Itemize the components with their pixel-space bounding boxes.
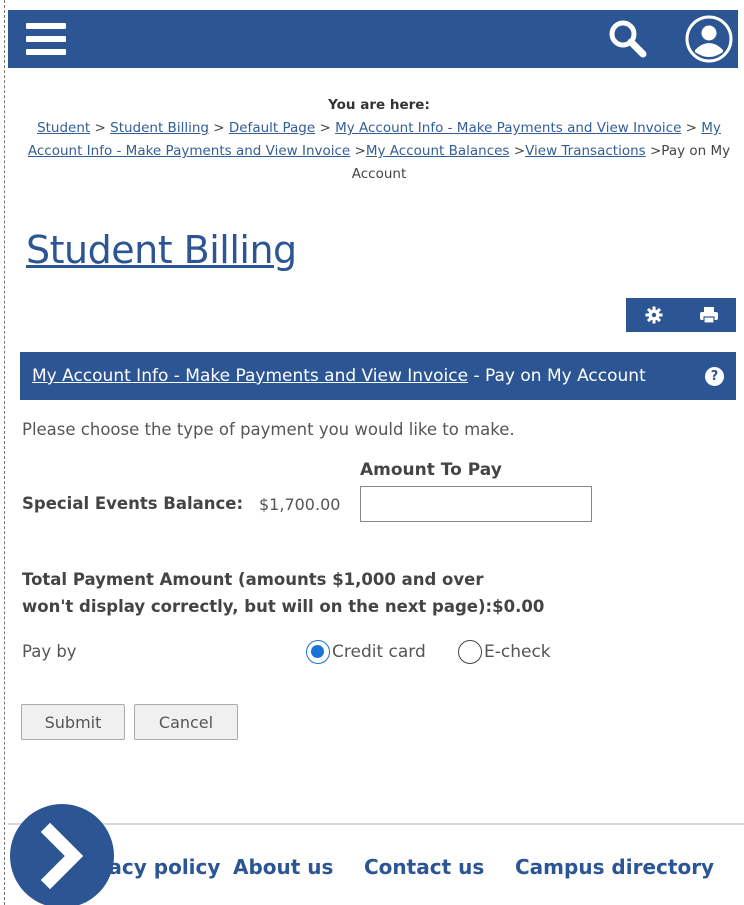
pay-by-label: Pay by: [22, 642, 77, 661]
breadcrumb-label: You are here:: [328, 97, 430, 113]
breadcrumb-link-default-page[interactable]: Default Page: [229, 120, 315, 136]
credit-card-radio[interactable]: [306, 640, 330, 664]
cancel-button[interactable]: Cancel: [134, 704, 238, 740]
section-link-account-info[interactable]: My Account Info - Make Payments and View…: [32, 366, 468, 386]
search-icon[interactable]: [606, 18, 650, 60]
breadcrumb-separator: >: [685, 120, 697, 136]
breadcrumb-link-student-billing[interactable]: Student Billing: [110, 120, 209, 136]
pay-by-credit-card-option[interactable]: Credit card: [306, 640, 426, 664]
breadcrumb-separator: >: [354, 143, 366, 159]
breadcrumb-separator: >: [513, 143, 526, 159]
user-account-icon[interactable]: [684, 14, 734, 64]
credit-card-label[interactable]: Credit card: [332, 642, 426, 662]
special-events-balance-value: $1,700.00: [259, 495, 341, 514]
expand-nav-button[interactable]: [10, 804, 114, 905]
footer-link-contact-us[interactable]: Contact us: [364, 855, 484, 879]
help-icon[interactable]: ?: [705, 367, 724, 386]
page-title[interactable]: Student Billing: [26, 228, 297, 272]
section-header: My Account Info - Make Payments and View…: [20, 352, 736, 400]
pay-by-echeck-option[interactable]: E-check: [458, 640, 551, 664]
breadcrumb-link-account-balances[interactable]: My Account Balances: [366, 143, 510, 159]
chevron-right-icon: [40, 822, 84, 890]
amount-to-pay-input[interactable]: [360, 486, 592, 522]
breadcrumb-link-view-transactions[interactable]: View Transactions: [525, 143, 646, 159]
breadcrumb: You are here: Student > Student Billing …: [22, 94, 736, 186]
section-subtitle: - Pay on My Account: [468, 366, 646, 386]
footer-divider: [8, 823, 744, 825]
breadcrumb-separator: >: [319, 120, 331, 136]
total-payment-amount: Total Payment Amount (amounts $1,000 and…: [22, 566, 544, 620]
breadcrumb-separator: >: [649, 143, 662, 159]
breadcrumb-link-student[interactable]: Student: [37, 120, 90, 136]
echeck-label[interactable]: E-check: [484, 642, 551, 662]
payment-instructions: Please choose the type of payment you wo…: [22, 420, 515, 439]
hamburger-menu-icon[interactable]: [22, 19, 70, 59]
page-tools: [626, 298, 736, 332]
breadcrumb-trail: Student > Student Billing > Default Page…: [22, 117, 736, 186]
footer-link-campus-directory[interactable]: Campus directory: [515, 855, 714, 879]
top-nav-bar: [8, 10, 738, 68]
breadcrumb-separator: >: [94, 120, 106, 136]
submit-button[interactable]: Submit: [21, 704, 125, 740]
total-payment-line-2: won't display correctly, but will on the…: [22, 597, 545, 616]
breadcrumb-link-account-info-1[interactable]: My Account Info - Make Payments and View…: [335, 120, 681, 136]
total-payment-line-1: Total Payment Amount (amounts $1,000 and…: [22, 570, 484, 589]
footer-link-about-us[interactable]: About us: [233, 855, 333, 879]
printer-icon[interactable]: [684, 298, 734, 332]
amount-to-pay-header: Amount To Pay: [360, 460, 502, 480]
special-events-balance-label: Special Events Balance:: [22, 494, 244, 513]
gear-icon[interactable]: [629, 298, 679, 332]
echeck-radio[interactable]: [458, 640, 482, 664]
page-edge-divider: [4, 0, 5, 905]
breadcrumb-separator: >: [213, 120, 225, 136]
